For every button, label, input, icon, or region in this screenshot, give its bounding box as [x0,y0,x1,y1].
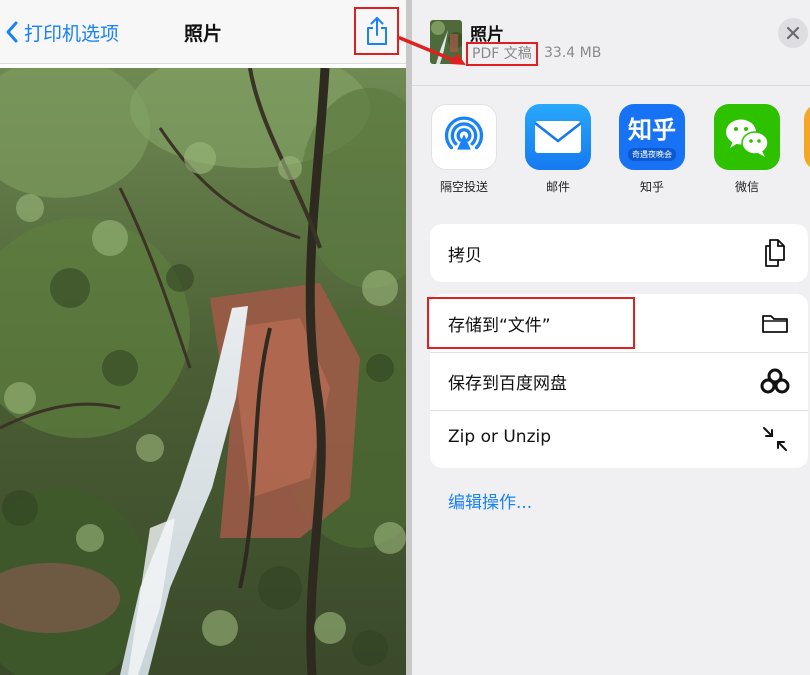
compress-icon [760,425,790,453]
app-label-zhihu: 知乎 [639,180,664,194]
zhihu-logo-text: 知乎 [628,115,676,144]
print-preview-panel: 打印机选项 照片 [0,0,406,675]
screen: 打印机选项 照片 照片 PDF 文稿 33.4 MB 隔空投送 邮件 知乎 奇遇… [0,0,810,675]
action-label-save-to-baidu: 保存到百度网盘 [448,374,567,394]
action-save-to-baidu[interactable]: 保存到百度网盘 [430,352,808,410]
action-copy[interactable]: 拷贝 [430,224,808,282]
document-size-label: 33.4 MB [544,45,602,61]
action-zip-unzip[interactable]: Zip or Unzip [430,410,808,468]
zhihu-logo-subtext: 奇遇夜晚会 [628,147,676,161]
app-label-mail: 邮件 [545,180,570,194]
page-title: 照片 [183,23,222,45]
zhihu-icon: 知乎 奇遇夜晚会 [619,104,685,170]
airdrop-icon [431,104,497,170]
edit-actions-link[interactable]: 编辑操作... [448,488,532,513]
app-share-row: 隔空投送 邮件 知乎 奇遇夜晚会 知乎 微信 [412,100,810,196]
share-sheet: 照片 PDF 文稿 33.4 MB 隔空投送 邮件 知乎 奇遇夜晚会 知乎 微信… [412,0,810,675]
app-more-partial[interactable] [804,104,810,170]
share-icon [366,17,387,45]
mail-icon [525,104,591,170]
action-label-copy: 拷贝 [448,246,482,266]
action-label-zip-unzip: Zip or Unzip [448,427,552,447]
app-wechat[interactable]: 微信 [707,104,787,195]
navigation-bar: 打印机选项 照片 [0,0,406,64]
folder-icon [760,309,790,337]
close-button[interactable] [778,18,808,48]
wechat-icon [714,104,780,170]
app-mail[interactable]: 邮件 [518,104,598,195]
annotation-arrow [398,36,466,65]
waterfall-photo [0,68,406,675]
app-label-wechat: 微信 [734,180,759,194]
highlight-save-to-files [427,297,635,349]
copy-icon [760,239,790,267]
app-zhihu[interactable]: 知乎 奇遇夜晚会 知乎 [612,104,692,195]
app-icon-partial [804,104,810,170]
app-airdrop[interactable]: 隔空投送 [424,104,504,195]
app-label-airdrop: 隔空投送 [439,180,488,194]
action-group-copy: 拷贝 [430,224,808,282]
baidu-netdisk-icon [760,367,790,395]
close-icon [786,26,800,40]
